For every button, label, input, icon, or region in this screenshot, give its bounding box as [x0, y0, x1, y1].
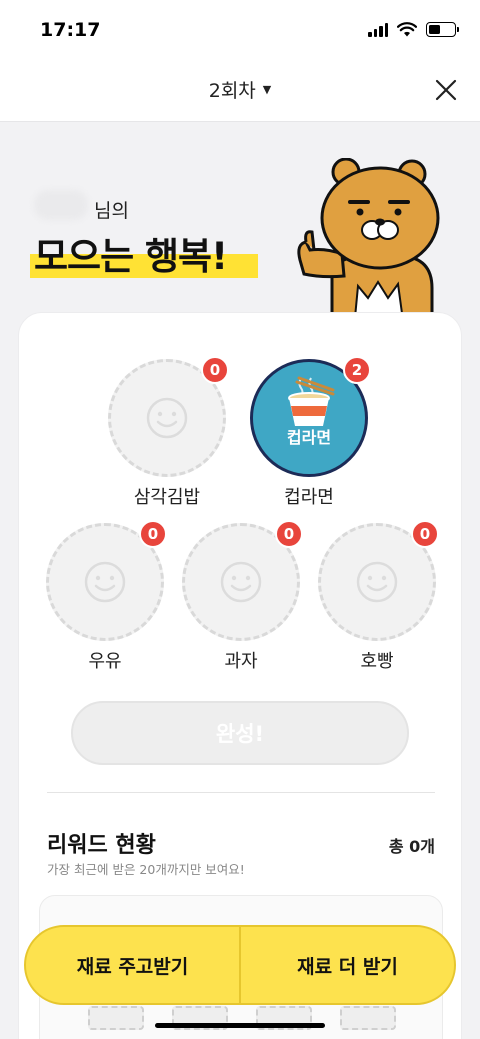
slot-caption: 컵라면 [286, 428, 332, 447]
item-hoppang[interactable]: 0 호빵 [317, 520, 439, 673]
smiley-placeholder-icon [146, 397, 188, 439]
smiley-placeholder-icon [356, 561, 398, 603]
smiley-placeholder-icon [220, 561, 262, 603]
count-badge: 2 [343, 356, 371, 384]
battery-icon [426, 22, 459, 37]
count-badge: 0 [201, 356, 229, 384]
count-badge: 0 [275, 520, 303, 548]
headline: 모으는 행복! [30, 226, 258, 280]
item-label: 호빵 [360, 651, 394, 672]
wifi-icon [397, 22, 417, 37]
item-slot-empty: 0 [46, 520, 167, 641]
nickname-suffix: 님의 [94, 200, 129, 222]
item-slot-empty: 0 [182, 520, 303, 641]
complete-button[interactable]: 완성! [71, 701, 409, 765]
close-button[interactable] [432, 76, 460, 104]
item-label: 과자 [224, 651, 258, 672]
status-icons [368, 22, 459, 37]
status-bar: 17:17 [0, 0, 480, 62]
item-label: 우유 [88, 651, 122, 672]
round-label: 2회차 [208, 80, 256, 102]
item-snack[interactable]: 0 과자 [181, 520, 303, 673]
cellular-signal-icon [368, 22, 388, 37]
divider [47, 792, 435, 793]
item-cup-ramen[interactable]: 컵라면 2 컵라면 [249, 356, 371, 509]
item-samgak-kimbap[interactable]: 0 삼각김밥 [107, 356, 229, 509]
nav-bar: 2회차 ▼ [0, 62, 480, 122]
smiley-placeholder-icon [84, 561, 126, 603]
home-indicator [155, 1023, 325, 1028]
reward-slot-empty [340, 1006, 396, 1030]
item-label: 삼각김밥 [133, 487, 201, 508]
hero-section: 님의 모으는 행복! [0, 122, 480, 328]
give-receive-ingredients-button[interactable]: 재료 주고받기 [26, 927, 239, 1003]
caret-down-icon: ▼ [262, 83, 272, 96]
item-milk[interactable]: 0 우유 [45, 520, 167, 673]
count-badge: 0 [411, 520, 439, 548]
cup-ramen-icon [288, 376, 335, 426]
item-label: 컵라면 [284, 487, 334, 508]
reward-title: 리워드 현황 [47, 833, 156, 858]
count-badge: 0 [139, 520, 167, 548]
headline-text: 모으는 행복! [34, 235, 228, 278]
item-slot-empty: 0 [108, 356, 229, 477]
reward-slot-empty [88, 1006, 144, 1030]
get-more-ingredients-button[interactable]: 재료 더 받기 [241, 927, 454, 1003]
ryan-character-illustration [297, 158, 440, 328]
item-slot-filled: 컵라면 2 [250, 356, 371, 477]
round-selector[interactable]: 2회차 ▼ [0, 76, 480, 103]
reward-subtitle: 가장 최근에 받은 20개까지만 보여요! [47, 862, 245, 877]
item-slot-empty: 0 [318, 520, 439, 641]
status-time: 17:17 [40, 19, 101, 41]
reward-total: 총 0개 [388, 837, 435, 856]
bottom-action-bar: 재료 주고받기 재료 더 받기 [24, 925, 456, 1005]
blurred-nickname [34, 190, 88, 220]
